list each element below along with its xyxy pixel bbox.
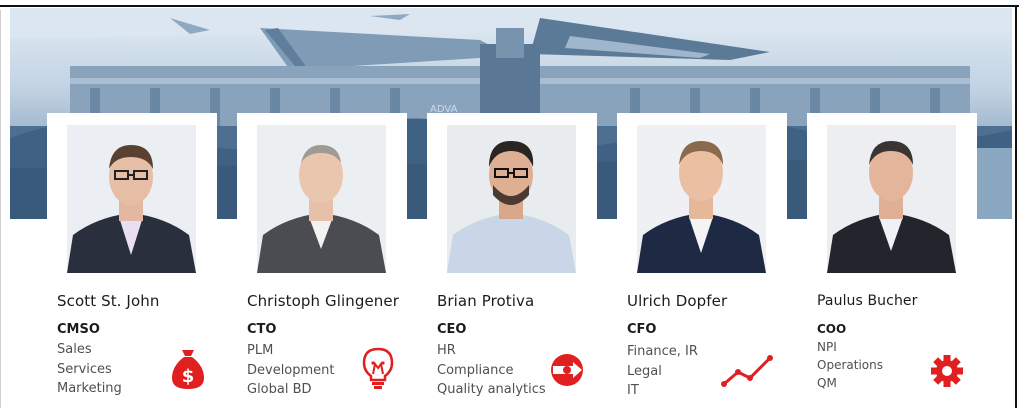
- responsibility-item: HR: [437, 343, 456, 358]
- portrait-photo: [637, 125, 766, 273]
- person-role: CTO: [247, 322, 277, 337]
- person-card-scott-st-john: [47, 113, 217, 283]
- gear-icon: [930, 354, 964, 392]
- responsibility-item: Legal: [627, 363, 662, 379]
- person-role: COO: [817, 322, 847, 336]
- responsibility-item: NPI: [817, 340, 837, 354]
- portrait-photo: [827, 125, 956, 273]
- responsibility-list: Sales Services Marketing: [57, 340, 122, 399]
- portrait-photo: [67, 125, 196, 273]
- responsibility-item: Sales: [57, 342, 92, 357]
- person-card-ulrich-dopfer: [617, 113, 787, 283]
- responsibility-item: Quality analytics: [437, 382, 546, 397]
- portrait-photo: [257, 125, 386, 273]
- trend-line-icon: [720, 352, 774, 392]
- person-role: CMSO: [57, 322, 100, 337]
- responsibility-item: Global BD: [247, 382, 312, 397]
- svg-text:$: $: [182, 366, 195, 387]
- person-role: CFO: [627, 322, 657, 337]
- person-name: Scott St. John: [57, 292, 160, 310]
- person-card-brian-protiva: [427, 113, 597, 283]
- top-border: [0, 5, 1019, 7]
- person-card-paulus-bucher: [807, 113, 977, 283]
- responsibility-item: IT: [627, 383, 639, 398]
- responsibility-list: Finance, IR Legal IT: [627, 342, 698, 401]
- money-bag-icon: $: [170, 348, 206, 394]
- portrait-photo: [447, 125, 576, 273]
- responsibility-item: QM: [817, 376, 837, 390]
- responsibility-item: Marketing: [57, 381, 122, 396]
- responsibility-list: PLM Development Global BD: [247, 341, 335, 400]
- responsibility-list: HR Compliance Quality analytics: [437, 341, 546, 400]
- right-border: [1015, 5, 1017, 408]
- person-name: Christoph Glingener: [247, 292, 400, 310]
- person-card-christoph-glingener: [237, 113, 407, 283]
- responsibility-item: Operations: [817, 358, 883, 372]
- team-slide: ADVA Scott St. John CMSO Sales Services …: [0, 0, 1019, 408]
- responsibility-item: Development: [247, 362, 335, 378]
- responsibility-item: Finance, IR: [627, 344, 698, 359]
- person-name: Paulus Bucher: [817, 293, 918, 309]
- lightbulb-icon: [361, 346, 395, 394]
- responsibility-item: Services: [57, 361, 112, 377]
- target-arrow-icon: [549, 352, 585, 392]
- responsibility-list: NPI Operations QM: [817, 338, 883, 392]
- person-role: CEO: [437, 322, 467, 337]
- responsibility-item: PLM: [247, 343, 274, 358]
- responsibility-item: Compliance: [437, 362, 514, 378]
- person-name: Brian Protiva: [437, 292, 535, 310]
- person-name: Ulrich Dopfer: [627, 292, 728, 310]
- left-border: [0, 10, 1, 408]
